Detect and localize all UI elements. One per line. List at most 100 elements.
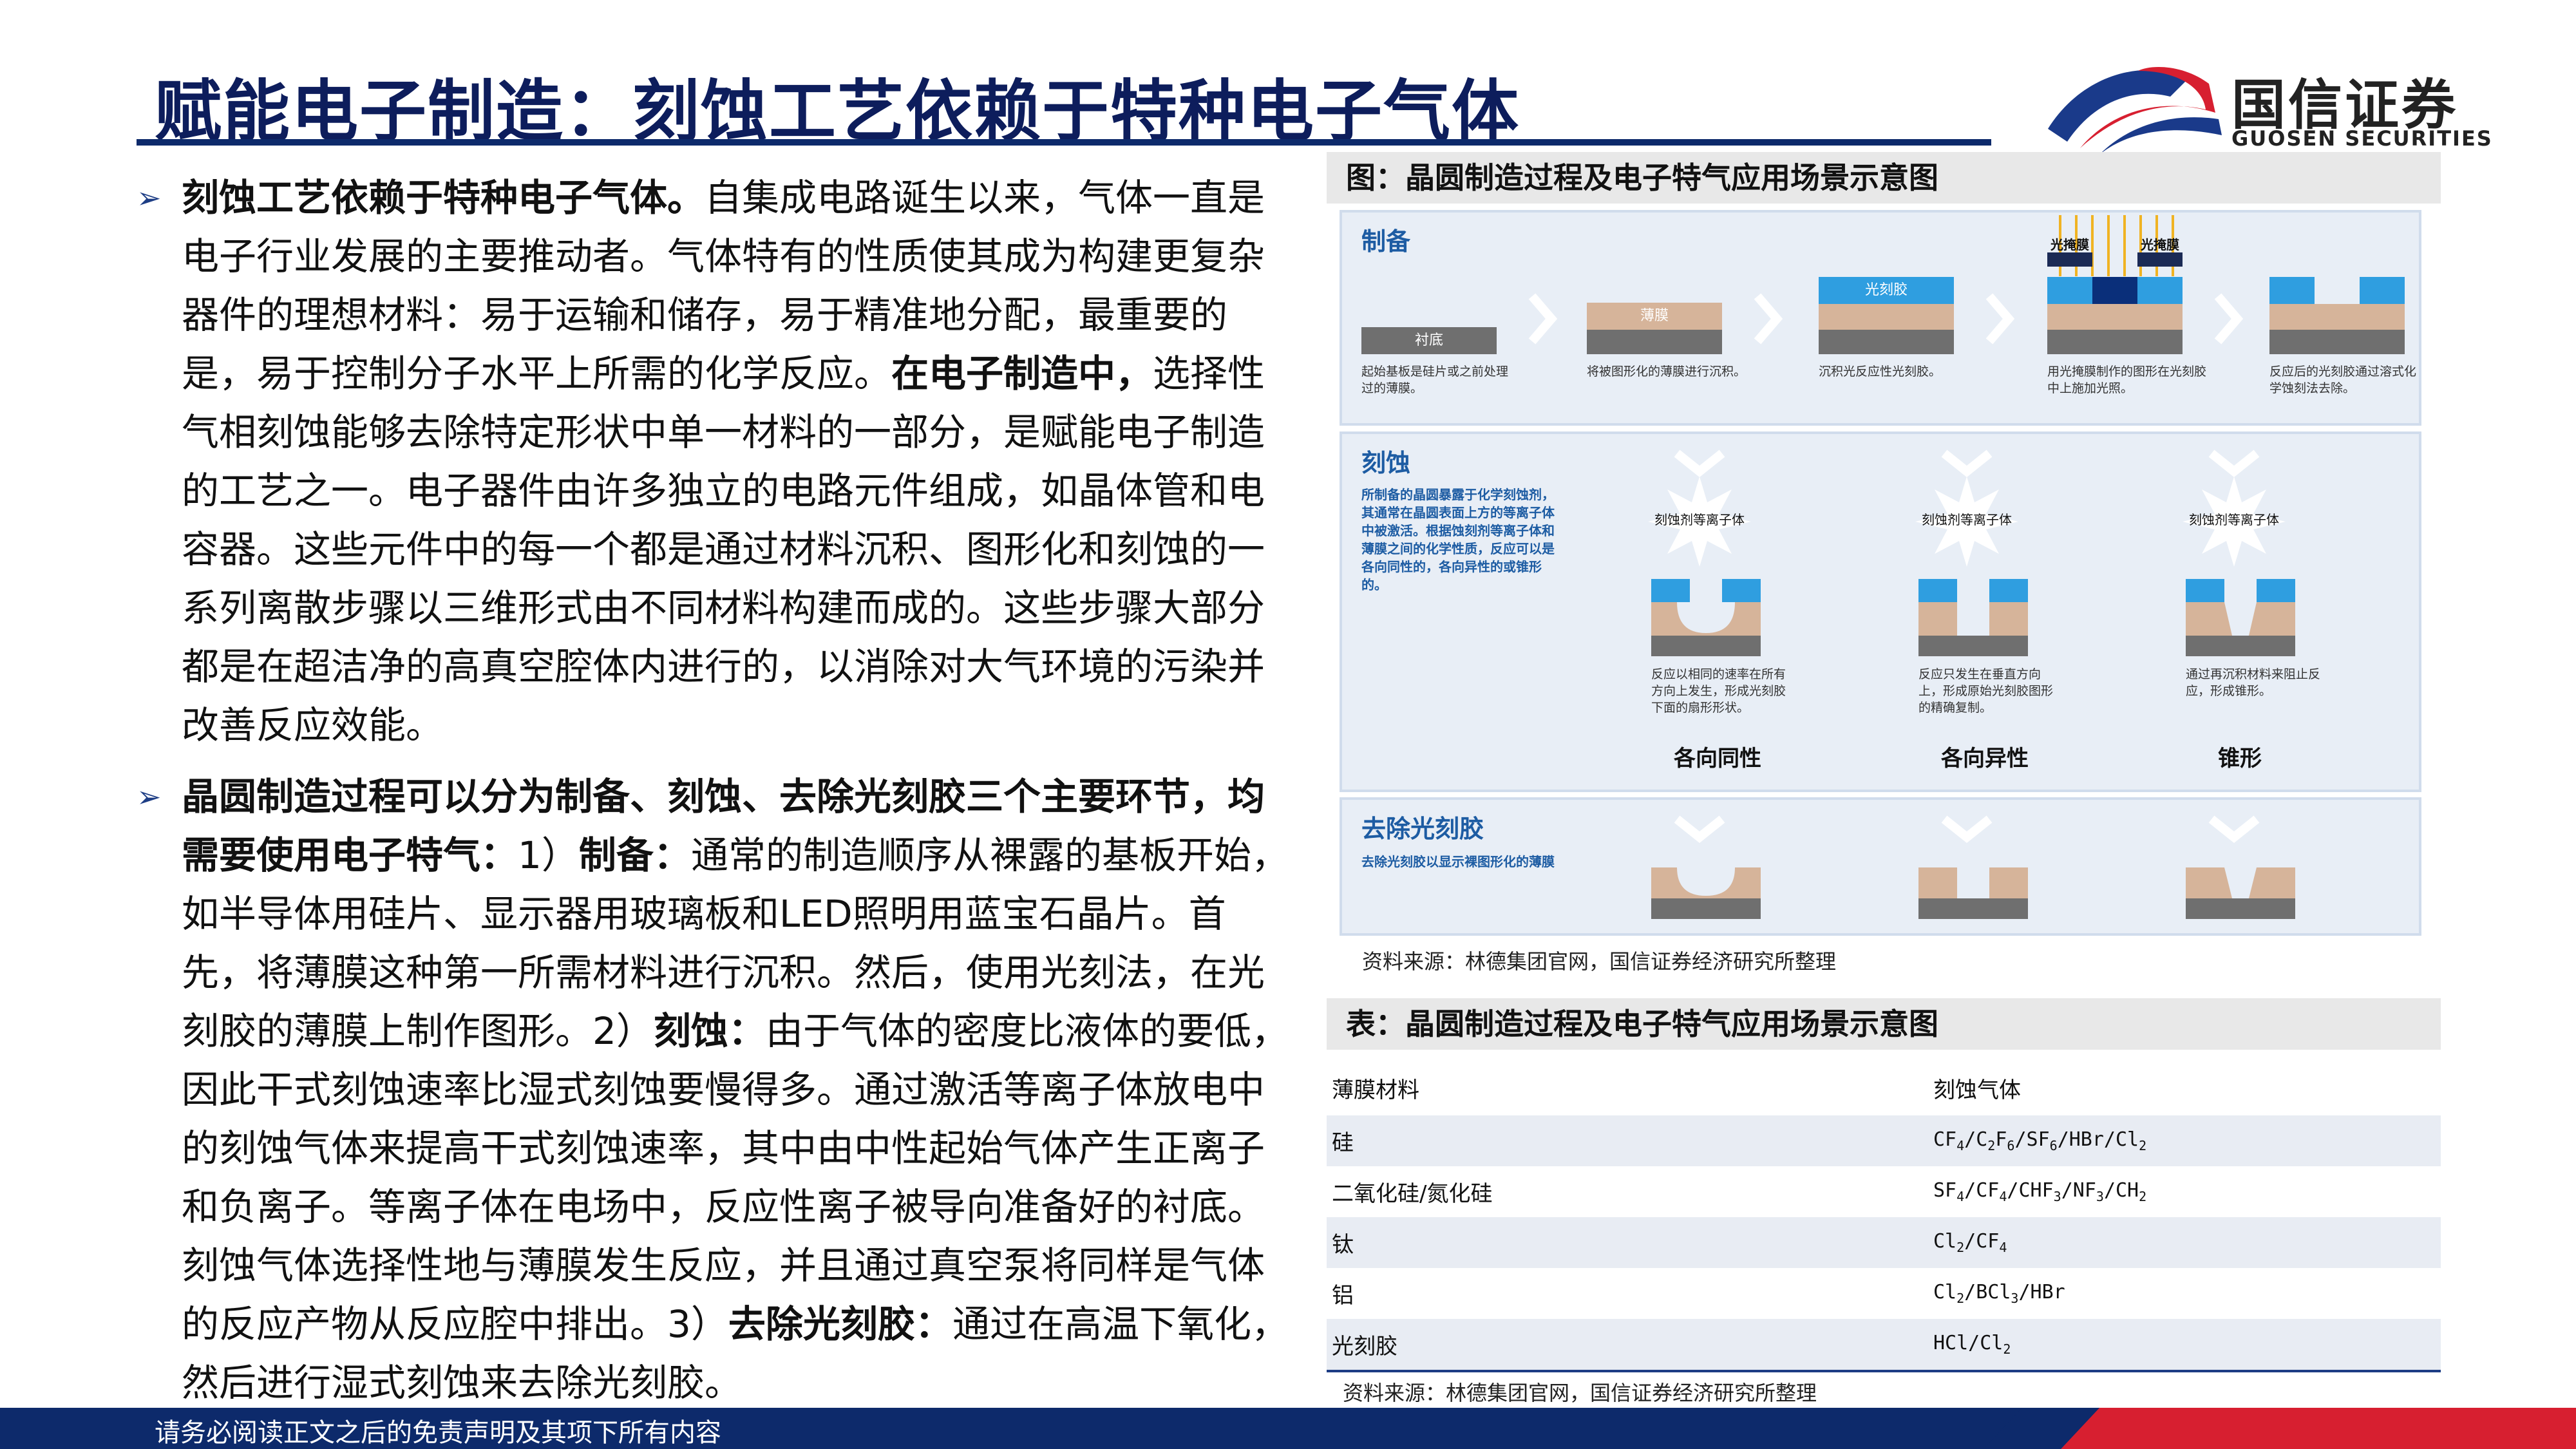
title-divider	[137, 139, 1991, 146]
chevron-down-icon	[2208, 815, 2260, 843]
table-caption: 表：晶圆制造过程及电子特气应用场景示意图	[1327, 998, 2441, 1050]
paragraph-etching-gases: ➢ 刻蚀工艺依赖于特种电子气体。自集成电路诞生以来，气体一直是电子行业发展的主要…	[137, 169, 1296, 755]
photoresist-right	[1722, 579, 1761, 602]
step-number: 2）	[592, 1009, 654, 1053]
plasma-label: 刻蚀剂等离子体	[1922, 512, 2012, 527]
bullet-arrow-icon: ➢	[137, 779, 162, 814]
photoresist-label: 光刻胶	[1864, 282, 1908, 298]
table-row: 光刻胶 HCl/Cl2	[1327, 1319, 2441, 1372]
column-header-gas: 刻蚀气体	[1933, 1077, 2021, 1103]
chevron-down-icon	[1941, 815, 1993, 843]
step-title: 制备：	[578, 833, 691, 877]
photomask-label: 光掩膜	[2050, 237, 2089, 252]
plasma-label: 刻蚀剂等离子体	[2189, 512, 2279, 527]
cell-material: 光刻胶	[1327, 1319, 1933, 1372]
table-row: 硅 CF4/C2F6/SF6/HBr/Cl2	[1327, 1114, 2441, 1166]
photoresist-left	[1651, 579, 1690, 602]
profile-label-isotropic: 各向同性	[1674, 746, 1761, 772]
photoresist-left	[2186, 579, 2224, 602]
chevron-right-icon	[1528, 293, 1558, 345]
chevron-down-icon	[1941, 450, 1993, 477]
anisotropic-etch-profile	[1918, 602, 2028, 636]
substrate-layer	[2047, 330, 2183, 354]
figure-caption: 图：晶圆制造过程及电子特气应用场景示意图	[1327, 152, 2441, 204]
film-layer	[1819, 304, 1954, 330]
isotropic-etch-profile	[1651, 602, 1761, 636]
plasma-label: 刻蚀剂等离子体	[1654, 512, 1745, 527]
step-description: 将被图形化的薄膜进行沉积。	[1587, 365, 1747, 379]
photomask-label: 光掩膜	[2141, 237, 2179, 252]
column-header-material: 薄膜材料	[1332, 1077, 1419, 1103]
substrate-layer	[2186, 636, 2295, 656]
paragraph-text: 选择性气相刻蚀能够去除特定形状中单一材料的一部分，是赋能电子制造的工艺之一。电子…	[182, 352, 1265, 747]
photoresist-right	[2360, 277, 2405, 304]
step-number: 1）	[518, 833, 579, 877]
step-title: 去除光刻胶：	[728, 1302, 952, 1346]
photoresist-right	[2257, 579, 2295, 602]
cell-material: 钛	[1327, 1217, 1933, 1268]
paragraph-wafer-process: ➢ 晶圆制造过程可以分为制备、刻蚀、去除光刻胶三个主要环节，均需要使用电子特气：…	[137, 768, 1296, 1412]
chevron-down-icon	[2208, 450, 2260, 477]
panel-preparation: 制备 衬底 起始基板是硅片或之前处理过的薄膜。 薄膜 将被图形化的薄膜进行沉积。…	[1340, 210, 2421, 426]
film-layer	[2047, 304, 2183, 330]
chevron-right-icon	[2214, 293, 2244, 345]
cell-material: 二氧化硅/氮化硅	[1332, 1181, 1493, 1207]
logo-text-en: GUOSEN SECURITIES	[2231, 126, 2493, 151]
paragraph-body: 晶圆制造过程可以分为制备、刻蚀、去除光刻胶三个主要环节，均需要使用电子特气：1）…	[182, 768, 1296, 1412]
table-header-row: 薄膜材料 刻蚀气体	[1327, 1063, 2441, 1115]
photomask-right	[2137, 252, 2183, 267]
panel-resist-strip: 去除光刻胶 去除光刻胶以显示裸图形化的薄膜	[1340, 797, 2421, 936]
substrate-layer	[2269, 330, 2405, 354]
figure-source: 资料来源：林德集团官网，国信证券经济研究所整理	[1362, 949, 1837, 974]
substrate-layer: 衬底	[1361, 327, 1497, 354]
photoresist-layer: 光刻胶	[1819, 277, 1954, 304]
profile-label-tapered: 锥形	[2218, 746, 2262, 772]
cell-gas: CF4/C2F6/SF6/HBr/Cl2	[1933, 1114, 2441, 1166]
substrate-label: 衬底	[1414, 332, 1443, 348]
cell-material: 硅	[1327, 1114, 1933, 1166]
step-text: 由于气体的密度比液体的要低，因此干式刻蚀速率比湿式刻蚀要慢得多。通过激活等离子体…	[182, 1009, 1289, 1346]
film-layer	[2269, 304, 2405, 330]
chevron-right-icon	[1754, 293, 1783, 345]
profile-label-anisotropic: 各向异性	[1941, 746, 2029, 772]
stripped-isotropic-profile	[1651, 867, 1761, 919]
exposed-resist	[2092, 277, 2137, 304]
profile-description: 反应只发生在垂直方向上，形成原始光刻胶图形的精确复制。	[1918, 667, 2054, 715]
panel-title: 刻蚀	[1361, 449, 1411, 477]
chevron-down-icon	[1674, 815, 1725, 843]
profile-description: 通过再沉积材料来阻止反应，形成锥形。	[2186, 667, 2321, 698]
footer-accent-stripe	[1984, 1408, 2576, 1449]
step-description: 用光掩膜制作的图形在光刻胶中上施加光照。	[2047, 365, 2207, 395]
tapered-etch-profile	[2186, 602, 2295, 636]
cell-gas: Cl2/BCl3/HBr	[1933, 1281, 2065, 1306]
cell-gas: HCl/Cl2	[1933, 1319, 2441, 1372]
paragraph-lead: 刻蚀工艺依赖于特种电子气体。	[182, 176, 705, 220]
stripped-anisotropic-profile	[1918, 867, 2028, 919]
substrate-layer	[1587, 330, 1722, 354]
step-description: 反应后的光刻胶通过溶式化学蚀刻法去除。	[2269, 365, 2417, 395]
paragraph-emphasis: 在电子制造中，	[891, 352, 1153, 395]
table-row: 钛 Cl2/CF4	[1327, 1217, 2441, 1268]
substrate-layer	[1918, 636, 2028, 656]
bullet-arrow-icon: ➢	[137, 180, 162, 215]
panel-title: 制备	[1361, 227, 1411, 256]
panel-title: 去除光刻胶	[1361, 815, 1484, 843]
cell-gas: SF4/CF4/CHF3/NF3/CH2	[1933, 1179, 2147, 1204]
photoresist-left	[1918, 579, 1957, 602]
table-source: 资料来源：林德集团官网，国信证券经济研究所整理	[1343, 1381, 1817, 1405]
chevron-down-icon	[1674, 450, 1725, 477]
photoresist-left	[2269, 277, 2315, 304]
step-description: 沉积光反应性光刻胶。	[1819, 365, 1942, 379]
substrate-layer	[1819, 330, 1954, 354]
footer-disclaimer: 请务必阅读正文之后的免责声明及其项下所有内容	[155, 1418, 721, 1448]
stripped-tapered-profile	[2186, 867, 2295, 919]
etching-description: 所制备的晶圆暴露于化学刻蚀剂，其通常在晶圆表面上方的等离子体中被激活。根据蚀刻剂…	[1361, 487, 1555, 592]
substrate-layer	[1651, 636, 1761, 656]
photomask-left	[2047, 252, 2092, 267]
table-row: 二氧化硅/氮化硅 SF4/CF4/CHF3/NF3/CH2	[1327, 1166, 2441, 1217]
panel-etching: 刻蚀 所制备的晶圆暴露于化学刻蚀剂，其通常在晶圆表面上方的等离子体中被激活。根据…	[1340, 431, 2421, 792]
step-title: 刻蚀：	[653, 1009, 766, 1053]
cell-gas: Cl2/CF4	[1933, 1217, 2441, 1268]
step-description: 起始基板是硅片或之前处理过的薄膜。	[1361, 365, 1509, 395]
chevron-right-icon	[1985, 293, 2015, 345]
